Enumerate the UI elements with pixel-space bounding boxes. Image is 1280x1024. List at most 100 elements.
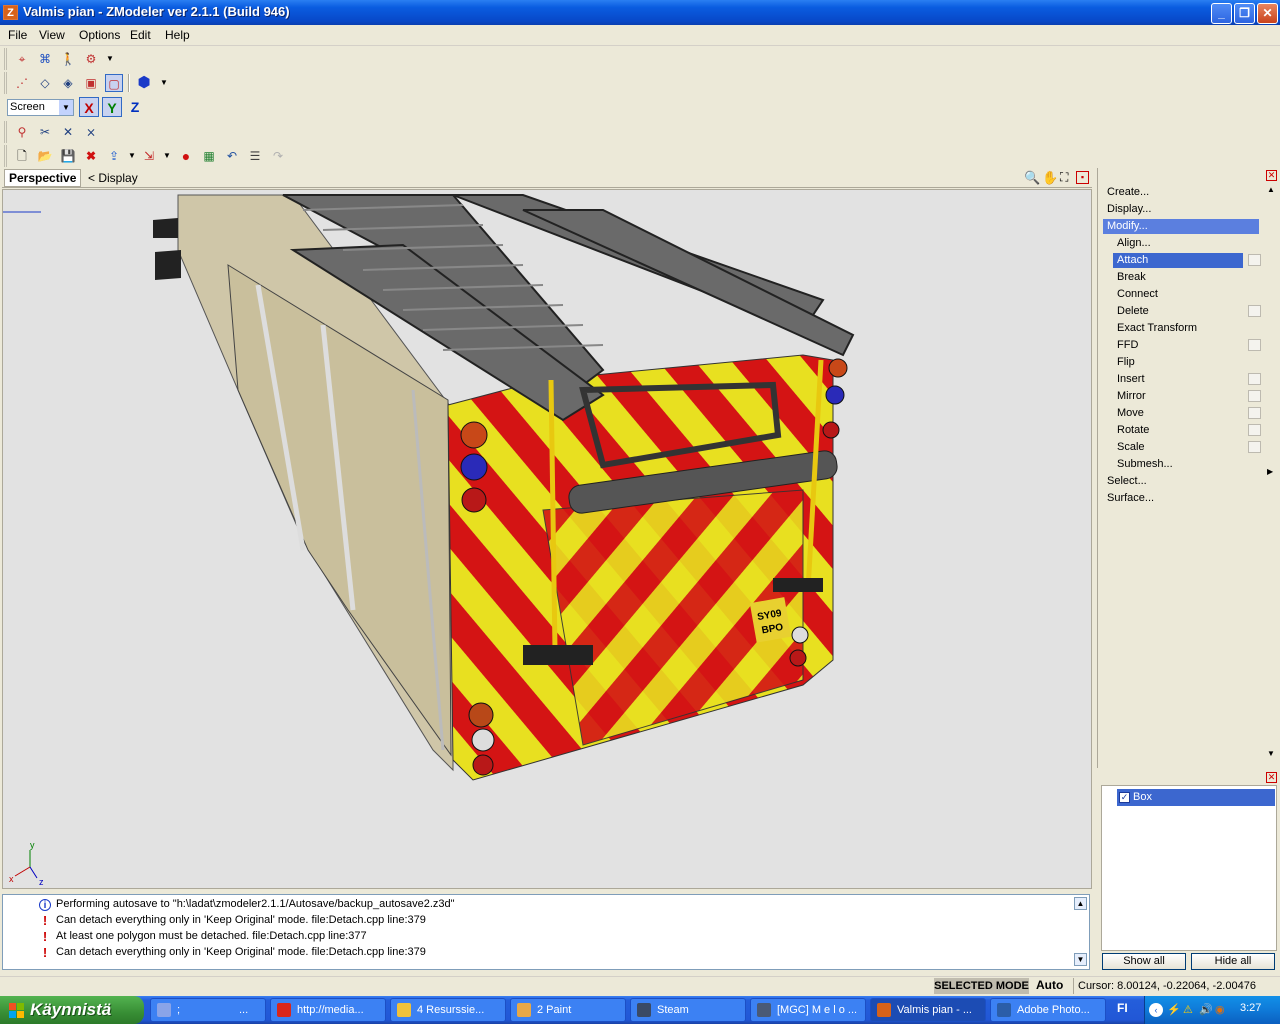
cut-edge-icon[interactable]: ⨯ (82, 123, 100, 141)
app-tray-icon[interactable]: ◉ (1215, 1003, 1225, 1016)
scene-object-row[interactable]: Box (1117, 789, 1275, 806)
properties-icon[interactable]: ☰ (246, 147, 264, 165)
maximize-button[interactable]: ❐ (1234, 3, 1255, 24)
select-character-icon[interactable]: 🚶 (59, 50, 77, 68)
axis-y-toggle[interactable]: Y (102, 97, 122, 117)
command-ffd[interactable]: FFD (1113, 338, 1138, 353)
menu-edit[interactable]: Edit (130, 28, 151, 42)
taskbar-item[interactable]: ;... (150, 998, 266, 1022)
show-all-button[interactable]: Show all (1102, 953, 1186, 970)
command-options-button[interactable] (1248, 424, 1261, 436)
hide-all-button[interactable]: Hide all (1191, 953, 1275, 970)
menu-file[interactable]: File (8, 28, 27, 42)
menu-options[interactable]: Options (79, 28, 120, 42)
close-icon[interactable]: ✕ (1266, 772, 1277, 783)
command-options-button[interactable] (1248, 373, 1261, 385)
select-vertex-icon[interactable]: ⌖ (13, 50, 31, 68)
select-mesh-icon[interactable]: ⌘ (36, 50, 54, 68)
dropdown-arrow-icon[interactable]: ▼ (123, 147, 141, 165)
command-rotate[interactable]: Rotate (1113, 423, 1149, 438)
close-button[interactable]: ✕ (1257, 3, 1278, 24)
command-flip[interactable]: Flip (1113, 355, 1135, 370)
taskbar-item[interactable]: http://media... (270, 998, 386, 1022)
command-connect[interactable]: Connect (1113, 287, 1158, 302)
save-icon[interactable]: 💾 (59, 147, 77, 165)
undo-icon[interactable]: ↶ (223, 147, 241, 165)
export-icon[interactable]: ⇲ (140, 147, 158, 165)
axis-z-toggle[interactable]: Z (125, 97, 145, 117)
element-mode-icon[interactable]: ▣ (82, 74, 100, 92)
command-options-button[interactable] (1248, 441, 1261, 453)
warning-icon[interactable]: ⚠ (1183, 1003, 1193, 1016)
command-options-button[interactable] (1248, 305, 1261, 317)
maximize-viewport-icon[interactable]: ▪ (1076, 171, 1089, 184)
dropdown-arrow-icon[interactable]: ▼ (155, 74, 173, 92)
taskbar-item[interactable]: 4 Resurssie... (390, 998, 506, 1022)
command-insert[interactable]: Insert (1113, 372, 1145, 387)
command-align[interactable]: Align... (1113, 236, 1151, 251)
shield-selection-icon[interactable]: ⬢ (135, 74, 153, 92)
redo-icon[interactable]: ↷ (269, 147, 287, 165)
object-mode-icon[interactable]: ▢ (105, 74, 123, 92)
command-break[interactable]: Break (1113, 270, 1146, 285)
command-tree-scrollbar[interactable]: ▲ ▶ ▼ (1266, 183, 1278, 763)
scroll-up-icon[interactable]: ▲ (1267, 185, 1275, 194)
select-tool-icon[interactable]: ⚙ (82, 50, 100, 68)
command-options-button[interactable] (1248, 407, 1261, 419)
close-icon[interactable]: ✕ (1266, 170, 1277, 181)
polygon-mode-icon[interactable]: ◈ (59, 74, 77, 92)
menu-view[interactable]: View (39, 28, 65, 42)
edge-mode-icon[interactable]: ◇ (36, 74, 54, 92)
taskbar-item[interactable]: [MGC] M e l o ... (750, 998, 866, 1022)
command-attach[interactable]: Attach (1113, 253, 1243, 268)
zoom-icon[interactable]: 🔍 (1024, 170, 1040, 186)
import-icon[interactable]: ⇪ (105, 147, 123, 165)
command-options-button[interactable] (1248, 390, 1261, 402)
command-options-button[interactable] (1248, 254, 1261, 266)
split-icon[interactable]: ✕ (59, 123, 77, 141)
3d-viewport[interactable]: SY09 BPO x y z (2, 189, 1092, 889)
coordinate-system-select[interactable]: Screen ▼ (7, 99, 74, 116)
command-options-button[interactable] (1248, 339, 1261, 351)
command-select[interactable]: Select... (1103, 474, 1147, 489)
language-indicator[interactable]: FI (1117, 1001, 1128, 1015)
taskbar-item[interactable]: Valmis pian - ... (870, 998, 986, 1022)
scroll-thumb-icon[interactable]: ▶ (1267, 467, 1273, 476)
command-move[interactable]: Move (1113, 406, 1144, 421)
zoom-extents-icon[interactable]: ⛶ (1060, 170, 1068, 185)
network-icon[interactable]: ⚡ (1167, 1003, 1181, 1016)
command-delete[interactable]: Delete (1113, 304, 1149, 319)
command-scale[interactable]: Scale (1113, 440, 1145, 455)
menu-help[interactable]: Help (165, 28, 190, 42)
viewport-tab-perspective[interactable]: Perspective (4, 169, 82, 187)
scroll-up-icon[interactable]: ▲ (1074, 897, 1087, 910)
viewport-display-toggle[interactable]: < Display (88, 171, 138, 185)
taskbar-item[interactable]: Steam (630, 998, 746, 1022)
command-exact-transform[interactable]: Exact Transform (1113, 321, 1197, 336)
scroll-down-icon[interactable]: ▼ (1074, 953, 1087, 966)
new-file-icon[interactable]: 🗋 (13, 147, 31, 165)
command-modify[interactable]: Modify... (1103, 219, 1259, 234)
taskbar-item[interactable]: 2 Paint (510, 998, 626, 1022)
command-mirror[interactable]: Mirror (1113, 389, 1146, 404)
tray-expand-icon[interactable]: ‹ (1149, 1003, 1163, 1017)
command-display[interactable]: Display... (1103, 202, 1151, 217)
magnet-icon[interactable]: ⚲ (13, 123, 31, 141)
axis-x-toggle[interactable]: X (79, 97, 99, 117)
zmodeler-app-icon[interactable]: Z (3, 5, 18, 20)
open-folder-icon[interactable]: 📂 (36, 147, 54, 165)
dropdown-arrow-icon[interactable]: ▼ (101, 50, 119, 68)
pan-hand-icon[interactable]: ✋ (1042, 170, 1058, 186)
vertex-mode-icon[interactable]: ⋰ (13, 74, 31, 92)
volume-icon[interactable]: 🔊 (1199, 1003, 1213, 1016)
render-icon[interactable]: ▦ (200, 147, 218, 165)
dropdown-arrow-icon[interactable]: ▼ (158, 147, 176, 165)
record-icon[interactable]: ● (177, 147, 195, 165)
taskbar-item[interactable]: Adobe Photo... (990, 998, 1106, 1022)
object-visible-checkbox[interactable]: ✓ (1119, 792, 1130, 803)
delete-icon[interactable]: ✖ (82, 147, 100, 165)
scroll-down-icon[interactable]: ▼ (1267, 749, 1275, 758)
command-create[interactable]: Create... (1103, 185, 1149, 200)
command-submesh[interactable]: Submesh... (1113, 457, 1173, 472)
command-surface[interactable]: Surface... (1103, 491, 1154, 506)
